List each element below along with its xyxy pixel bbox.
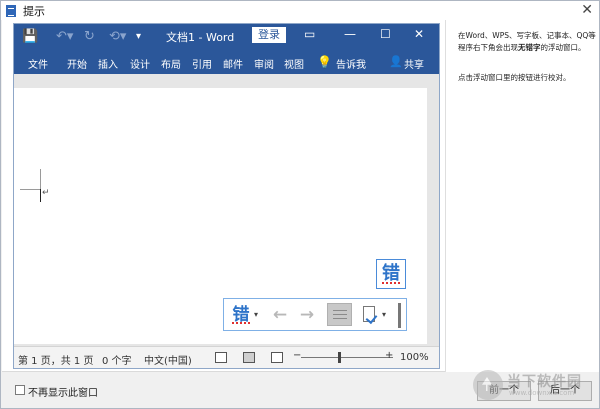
paragraph-mark: ↵ <box>42 188 50 198</box>
float-logo-button: 错 <box>376 259 406 289</box>
title-bar: 提示 ✕ <box>1 1 599 20</box>
floating-toolbar: 错 ▾ ← → ▾ <box>223 298 407 331</box>
chevron-down-icon: ▾ <box>254 310 259 319</box>
document-title: 文档1 - Word <box>166 31 235 44</box>
repeat-icon: ⟲▾ <box>109 28 127 44</box>
instruction-text-1-post: 的浮动窗口。 <box>540 43 586 52</box>
save-icon: 💾 <box>22 28 39 44</box>
watermark-title: 当下软件园 <box>507 374 582 390</box>
watermark: 当下软件园 www.downxia.com <box>473 370 591 400</box>
dont-show-checkbox[interactable] <box>15 385 25 395</box>
zoom-out-icon: − <box>293 350 302 361</box>
document-page: ↵ 错 错 ▾ ← → ▾ <box>14 88 427 344</box>
squiggle-underline <box>382 282 400 284</box>
footer: 不再显示此窗口 前一个 后一个 当下软件园 www.downxia.com <box>2 370 599 408</box>
word-preview: 💾 ↶▾ ↻ ⟲▾ ▾ 文档1 - Word 登录 ▭ — ☐ ✕ 文件 开始 … <box>13 23 440 369</box>
crop-mark-horizontal <box>20 189 40 190</box>
word-menu: 文件 开始 插入 设计 布局 引用 邮件 审阅 视图 💡 告诉我 👤 共享 <box>14 55 439 72</box>
print-layout-icon <box>243 352 255 363</box>
document-canvas: ↵ 错 错 ▾ ← → ▾ <box>14 74 439 346</box>
watermark-url: www.downxia.com <box>509 389 575 397</box>
restore-icon: ☐ <box>380 27 391 41</box>
customize-icon: ▾ <box>136 30 142 42</box>
page-count: 第 1 页，共 1 页 <box>18 356 94 367</box>
instruction-panel: 在Word、WPS、写字板、记事本、QQ等程序右下角会出现无错字的浮动窗口。 点… <box>445 20 599 372</box>
read-mode-icon <box>215 352 227 363</box>
proofread-doc-icon <box>361 305 379 325</box>
tab-references: 引用 <box>192 60 212 71</box>
float-logo-char: 错 <box>382 263 400 284</box>
login-button: 登录 <box>252 27 286 43</box>
tab-mailings: 邮件 <box>223 60 243 71</box>
word-ribbon: 💾 ↶▾ ↻ ⟲▾ ▾ 文档1 - Word 登录 ▭ — ☐ ✕ 文件 开始 … <box>14 24 439 74</box>
tab-review: 审阅 <box>254 60 274 71</box>
toolbar-squiggle <box>232 322 250 324</box>
zoom-level: 100% <box>400 352 429 363</box>
web-layout-icon <box>271 352 283 363</box>
doc-menu-chevron-icon: ▾ <box>382 310 387 319</box>
language: 中文(中国) <box>144 356 192 367</box>
instruction-text-2: 点击浮动窗口里的按钮进行校对。 <box>458 73 571 82</box>
toolbar-grip <box>398 303 401 328</box>
word-close-icon: ✕ <box>414 27 425 41</box>
window-title: 提示 <box>23 4 45 18</box>
dont-show-label[interactable]: 不再显示此窗口 <box>28 384 98 399</box>
crop-mark-vertical <box>40 169 41 189</box>
tab-home: 开始 <box>67 60 87 71</box>
ribbon-display-icon: ▭ <box>304 27 316 41</box>
undo-icon: ↶▾ <box>56 28 74 44</box>
view-list-icon <box>327 303 352 326</box>
minimize-icon: — <box>344 27 356 41</box>
instruction-text-1: 在Word、WPS、写字板、记事本、QQ等程序右下角会出现无错字的浮动窗口。 <box>458 30 596 54</box>
tab-insert: 插入 <box>98 60 118 71</box>
tab-view: 视图 <box>284 60 304 71</box>
word-count: 0 个字 <box>102 356 132 367</box>
zoom-slider <box>301 357 393 358</box>
instruction-bold-text: 无错字 <box>518 43 541 52</box>
redo-icon: ↻ <box>84 28 95 44</box>
lightbulb-icon: 💡 <box>317 55 332 69</box>
tab-file: 文件 <box>28 60 48 71</box>
close-icon[interactable]: ✕ <box>581 2 593 18</box>
tab-layout: 布局 <box>161 60 181 71</box>
toolbar-logo-icon: 错 <box>230 305 252 325</box>
prev-arrow-icon: ← <box>272 305 288 325</box>
watermark-logo-icon <box>473 370 503 400</box>
word-statusbar: 第 1 页，共 1 页 0 个字 中文(中国) − + 100% <box>14 346 439 368</box>
next-arrow-icon: → <box>299 305 315 325</box>
tell-me: 告诉我 <box>336 60 366 71</box>
share-icon: 👤 <box>389 55 403 68</box>
text-cursor <box>40 189 41 202</box>
share-label: 共享 <box>404 60 424 71</box>
zoom-thumb <box>338 352 341 363</box>
tab-design: 设计 <box>130 60 150 71</box>
hint-window: 提示 ✕ 💾 ↶▾ ↻ ⟲▾ ▾ 文档1 - Word 登录 ▭ — ☐ ✕ 文… <box>0 0 600 409</box>
zoom-in-icon: + <box>385 350 394 361</box>
app-icon <box>5 4 17 17</box>
